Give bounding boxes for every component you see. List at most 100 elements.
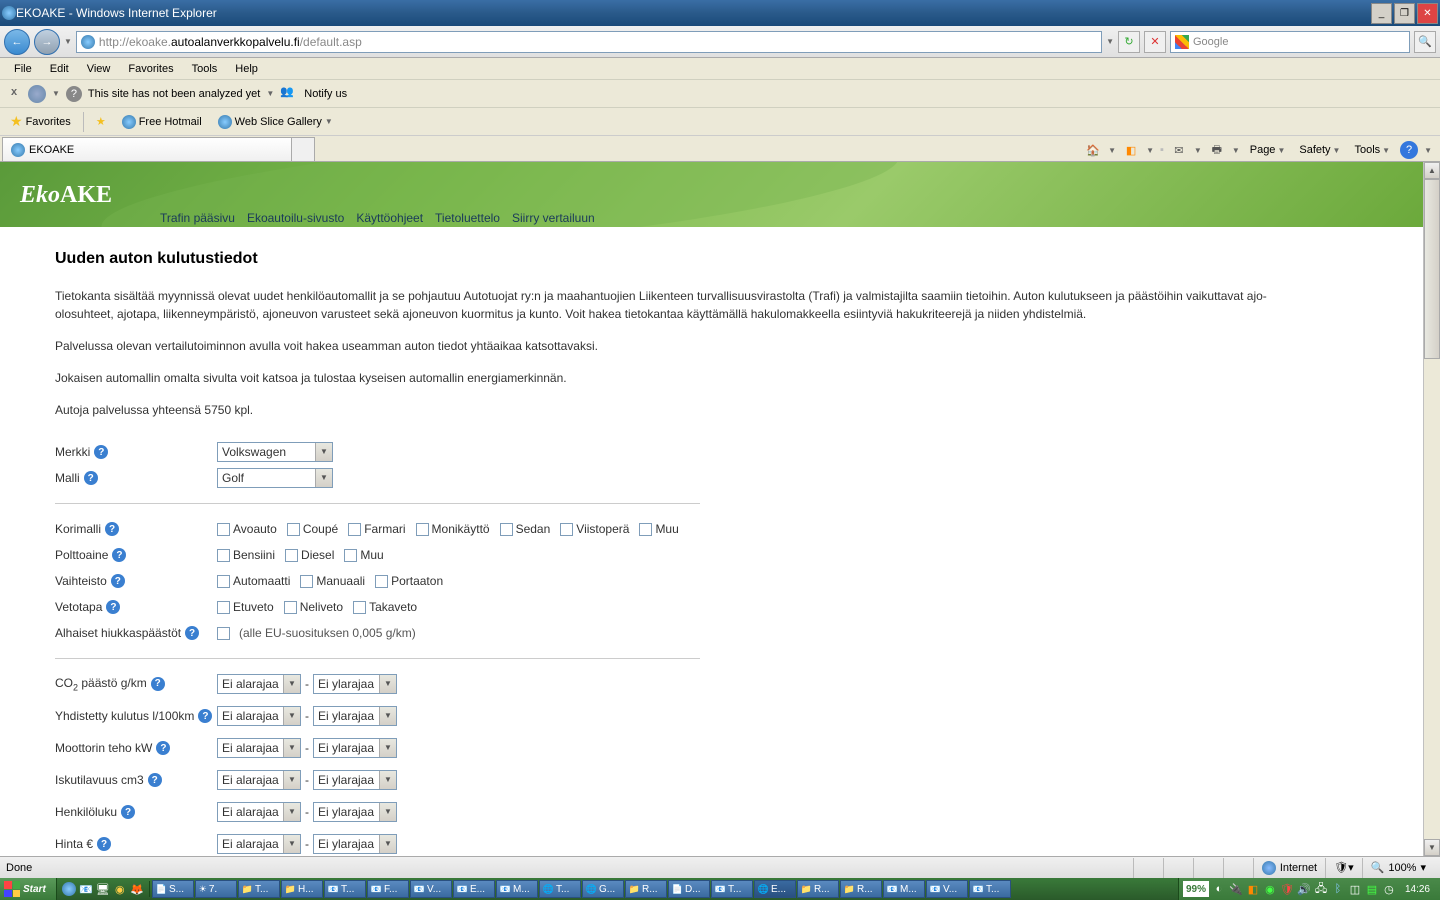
vertical-scrollbar[interactable]: ▲ ▼ [1423, 162, 1440, 856]
ql-firefox-icon[interactable]: 🦊 [129, 881, 145, 897]
checkbox-polttoaine-2[interactable] [344, 549, 357, 562]
select-range-3-lo[interactable]: Ei alarajaa [217, 770, 301, 790]
help-vetotapa-icon[interactable]: ? [106, 600, 120, 614]
select-malli[interactable]: Golf [217, 468, 333, 488]
task-button-4[interactable]: 📧T... [324, 880, 366, 898]
mail-dd[interactable]: ▼ [1194, 146, 1202, 155]
task-button-11[interactable]: 📁R... [625, 880, 667, 898]
checkbox-polttoaine-1[interactable] [285, 549, 298, 562]
task-button-5[interactable]: 📧F... [367, 880, 409, 898]
help-range-2-icon[interactable]: ? [156, 741, 170, 755]
select-range-1-lo[interactable]: Ei alarajaa [217, 706, 301, 726]
history-dropdown-icon[interactable]: ▼ [64, 37, 72, 46]
new-tab-button[interactable] [291, 137, 315, 161]
ql-app-icon[interactable]: ◉ [112, 881, 128, 897]
help-range-3-icon[interactable]: ? [148, 773, 162, 787]
task-button-10[interactable]: 🌐G... [582, 880, 624, 898]
nav-vertailu[interactable]: Siirry vertailuun [512, 211, 595, 225]
scroll-up-icon[interactable]: ▲ [1424, 162, 1440, 179]
tray-icon-4[interactable]: ◉ [1263, 882, 1277, 896]
hotmail-link[interactable]: Free Hotmail [118, 113, 206, 131]
checkbox-vetotapa-0[interactable] [217, 601, 230, 614]
scroll-thumb[interactable] [1424, 179, 1440, 359]
print-icon[interactable]: 🖶 [1208, 141, 1226, 159]
select-range-4-hi[interactable]: Ei ylarajaa [313, 802, 397, 822]
wot-icon[interactable] [28, 85, 46, 103]
address-bar[interactable]: http://ekoake.autoalanverkkopalvelu.fi/d… [76, 31, 1102, 53]
checkbox-korimalli-4[interactable] [500, 523, 513, 536]
home-icon[interactable]: 🏠 [1084, 141, 1102, 159]
select-range-2-hi[interactable]: Ei ylarajaa [313, 738, 397, 758]
addon-close-icon[interactable]: x [6, 86, 22, 102]
help-dd[interactable]: ▼ [1424, 146, 1432, 155]
select-range-1-hi[interactable]: Ei ylarajaa [313, 706, 397, 726]
task-button-8[interactable]: 📧M... [496, 880, 538, 898]
maximize-button[interactable]: ❐ [1394, 3, 1415, 24]
tray-plug-icon[interactable]: 🔌 [1229, 882, 1243, 896]
help-range-5-icon[interactable]: ? [97, 837, 111, 851]
help-icon[interactable]: ? [1400, 141, 1418, 159]
suggested-sites-icon[interactable]: ★ [92, 113, 110, 130]
help-korimalli-icon[interactable]: ? [105, 522, 119, 536]
help-range-4-icon[interactable]: ? [121, 805, 135, 819]
tab-ekoake[interactable]: EKOAKE [2, 137, 292, 161]
start-button[interactable]: Start [0, 878, 57, 900]
checkbox-vaihteisto-2[interactable] [375, 575, 388, 588]
select-range-2-lo[interactable]: Ei alarajaa [217, 738, 301, 758]
nav-ekoautoilu[interactable]: Ekoautoilu-sivusto [247, 211, 344, 225]
protected-mode-icon[interactable]: 🛡▾ [1325, 858, 1362, 878]
menu-favorites[interactable]: Favorites [120, 61, 181, 77]
tray-icon-11[interactable]: ◷ [1382, 882, 1396, 896]
ql-outlook-icon[interactable]: 📧 [78, 881, 94, 897]
print-dd[interactable]: ▼ [1232, 146, 1240, 155]
webslice-link[interactable]: Web Slice Gallery ▼ [214, 113, 337, 131]
scroll-down-icon[interactable]: ▼ [1424, 839, 1440, 856]
refresh-button[interactable]: ↻ [1118, 31, 1140, 53]
tray-icon-3[interactable]: ◧ [1246, 882, 1260, 896]
select-range-0-lo[interactable]: Ei alarajaa [217, 674, 301, 694]
stop-button[interactable]: ✕ [1144, 31, 1166, 53]
wot-dropdown-icon[interactable]: ▼ [52, 89, 60, 98]
task-button-6[interactable]: 📧V... [410, 880, 452, 898]
checkbox-korimalli-2[interactable] [348, 523, 361, 536]
task-button-15[interactable]: 📁R... [797, 880, 839, 898]
home-dd[interactable]: ▼ [1108, 146, 1116, 155]
feeds-icon[interactable]: ◧ [1122, 141, 1140, 159]
task-button-9[interactable]: 🌐T... [539, 880, 581, 898]
task-button-3[interactable]: 📁H... [281, 880, 323, 898]
url-dropdown-icon[interactable]: ▼ [1106, 37, 1114, 46]
task-button-17[interactable]: 📧M... [883, 880, 925, 898]
tray-network-icon[interactable]: 🖧 [1314, 882, 1328, 896]
close-button[interactable]: ✕ [1417, 3, 1438, 24]
tools-menu[interactable]: Tools▼ [1350, 142, 1394, 158]
feeds-dd[interactable]: ▼ [1146, 146, 1154, 155]
mail-icon[interactable]: ✉ [1170, 141, 1188, 159]
search-button[interactable]: 🔍 [1414, 31, 1436, 53]
checkbox-korimalli-0[interactable] [217, 523, 230, 536]
task-button-1[interactable]: ☀7. [195, 880, 237, 898]
favorites-button[interactable]: ★Favorites [6, 111, 75, 132]
menu-file[interactable]: File [6, 61, 40, 77]
nav-trafi[interactable]: Trafin pääsivu [160, 211, 235, 225]
tray-shield-icon[interactable]: 🛡 [1280, 882, 1294, 896]
checkbox-vetotapa-2[interactable] [353, 601, 366, 614]
checkbox-korimalli-3[interactable] [416, 523, 429, 536]
checkbox-vaihteisto-1[interactable] [300, 575, 313, 588]
checkbox-vetotapa-1[interactable] [284, 601, 297, 614]
tray-bt-icon[interactable]: ᛒ [1331, 882, 1345, 896]
tray-clock[interactable]: 14:26 [1399, 884, 1436, 895]
help-polttoaine-icon[interactable]: ? [112, 548, 126, 562]
task-button-16[interactable]: 📁R... [840, 880, 882, 898]
checkbox-korimalli-6[interactable] [639, 523, 652, 536]
cpu-meter[interactable]: 99% [1183, 881, 1209, 897]
checkbox-vaihteisto-0[interactable] [217, 575, 230, 588]
page-menu[interactable]: Page▼ [1246, 142, 1290, 158]
checkbox-korimalli-5[interactable] [560, 523, 573, 536]
status-zone[interactable]: Internet [1253, 858, 1325, 878]
select-range-5-hi[interactable]: Ei ylarajaa [313, 834, 397, 854]
safety-menu[interactable]: Safety▼ [1295, 142, 1344, 158]
help-range-1-icon[interactable]: ? [198, 709, 212, 723]
help-merkki-icon[interactable]: ? [94, 445, 108, 459]
menu-edit[interactable]: Edit [42, 61, 77, 77]
task-button-19[interactable]: 📧T... [969, 880, 1011, 898]
